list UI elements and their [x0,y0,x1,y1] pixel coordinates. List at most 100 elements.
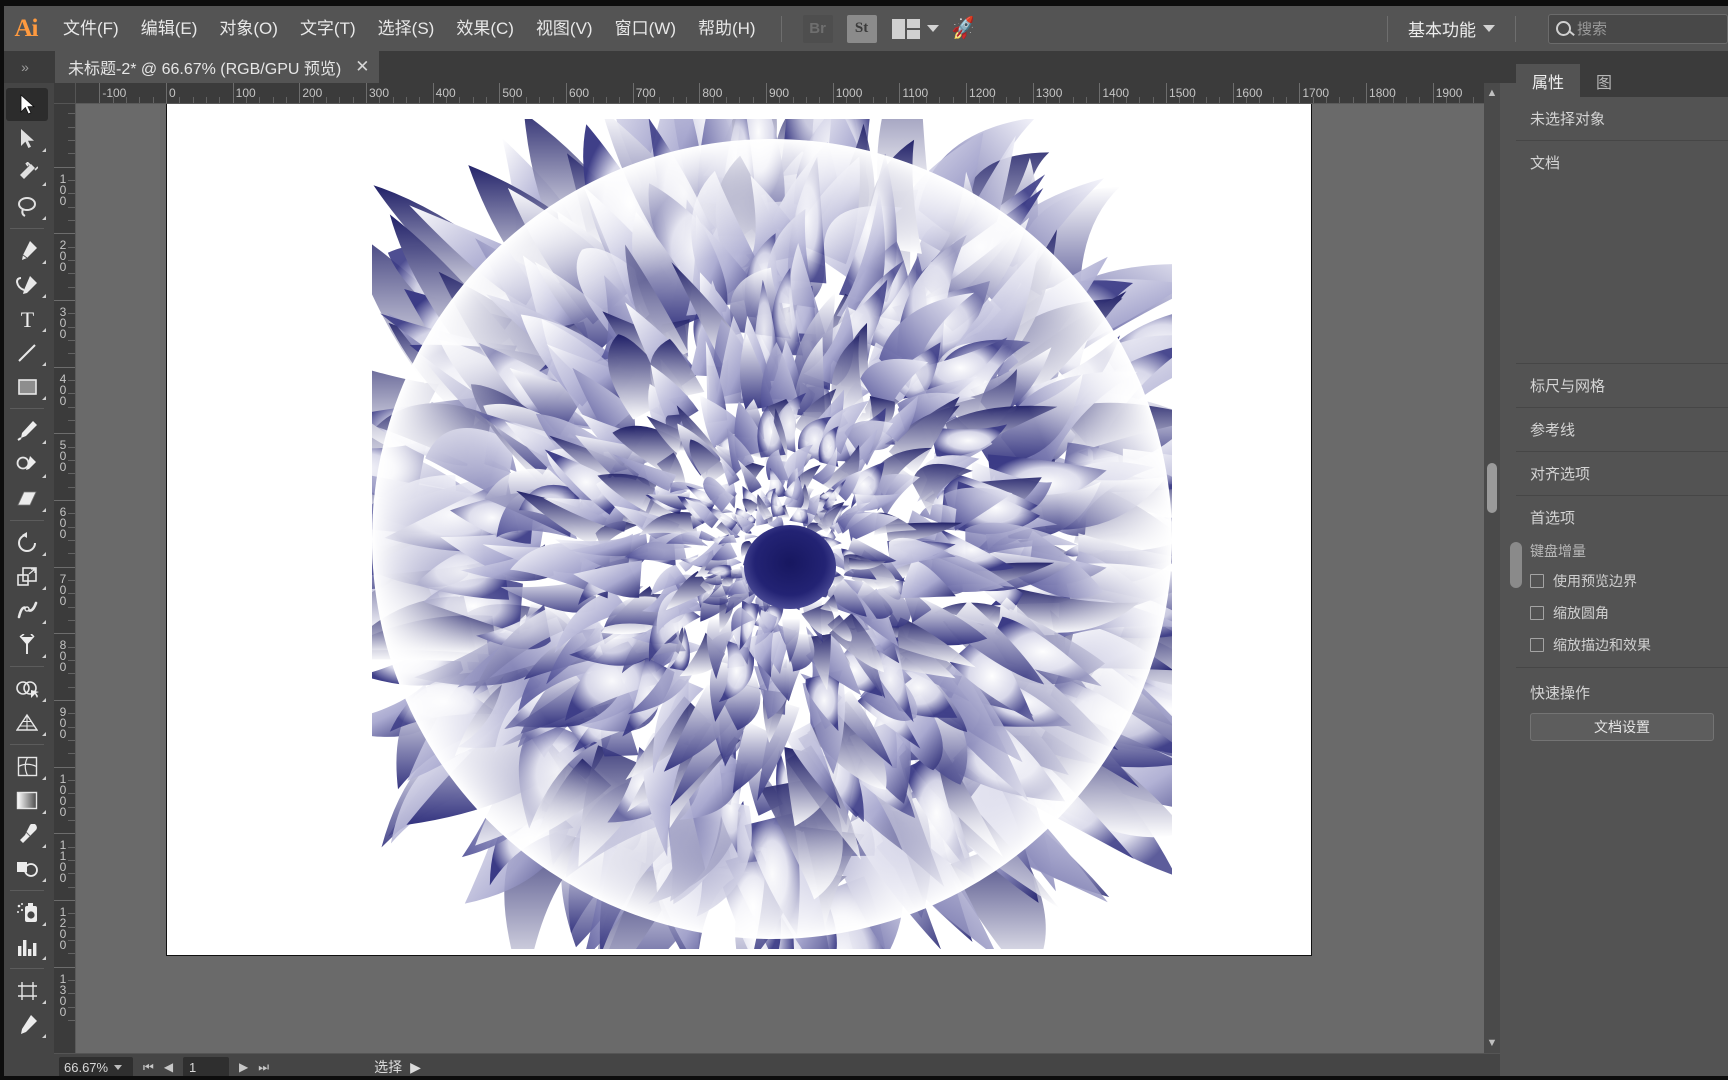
document-tab[interactable]: 未标题-2* @ 66.67% (RGB/GPU 预览) ✕ [55,51,380,83]
canvas-area[interactable] [76,104,1500,1053]
menu-view[interactable]: 视图(V) [525,6,604,51]
ruler-minor-tick [739,97,741,103]
type-tool[interactable]: T [6,302,48,335]
scale-tool[interactable] [6,560,48,593]
generative-dahlia-flower-artwork[interactable] [372,119,1172,949]
document-setup-button[interactable]: 文档设置 [1530,713,1714,741]
scrollbar-thumb[interactable] [1487,463,1497,513]
menu-help[interactable]: 帮助(H) [687,6,767,51]
menu-file[interactable]: 文件(F) [52,6,130,51]
search-input[interactable]: 搜索 [1548,13,1728,44]
prev-page-icon[interactable]: ◀ [164,1060,173,1074]
ruler-minor-tick [686,97,688,103]
chevron-down-icon[interactable] [114,1064,123,1070]
free-transform-tool[interactable] [6,628,48,661]
artboard[interactable] [166,104,1312,956]
horizontal-ruler[interactable]: -100 0 100 200 300 400 500 600 700 800 900 1000 1100… [76,83,1500,104]
ruler-label: 1700 [1302,86,1330,100]
magic-wand-tool[interactable] [6,156,48,189]
checkbox-icon[interactable] [1530,606,1544,620]
chevron-up-icon[interactable]: ▲ [1484,85,1500,101]
app-logo-icon[interactable]: Ai [0,6,52,51]
chevron-down-icon[interactable]: ▼ [1484,1035,1500,1051]
guides-section-label[interactable]: 参考线 [1516,408,1728,452]
panel-drag-strip[interactable] [1516,51,1728,64]
ruler-minor-tick [68,740,75,742]
checkbox-scale-strokes-effects[interactable]: 缩放描边和效果 [1516,629,1728,668]
first-page-icon[interactable]: ⏮ [143,1060,154,1075]
workspace-switcher[interactable]: 基本功能 [1402,16,1501,41]
document-section-label[interactable]: 文档 [1516,141,1728,364]
width-tool[interactable] [6,594,48,627]
checkbox-scale-corners[interactable]: 缩放圆角 [1516,597,1728,629]
preferences-section-label[interactable]: 首选项 [1516,496,1728,532]
pencil-tool[interactable] [6,448,48,481]
direct-selection-tool[interactable] [6,122,48,155]
menu-type[interactable]: 文字(T) [289,6,367,51]
ruler-tick [54,166,75,168]
paintbrush-tool[interactable] [6,414,48,447]
rulers-grid-section-label[interactable]: 标尺与网格 [1516,364,1728,408]
next-page-icon[interactable]: ▶ [239,1060,248,1074]
symbol-sprayer-tool[interactable] [6,896,48,929]
checkbox-use-preview-bounds[interactable]: 使用预览边界 [1516,565,1728,597]
menu-edit[interactable]: 编辑(E) [130,6,209,51]
document-tab-bar: » 未标题-2* @ 66.67% (RGB/GPU 预览) ✕ [0,51,1728,83]
double-chevron-right-icon[interactable]: » [4,55,44,79]
line-segment-tool[interactable] [6,336,48,369]
menu-select[interactable]: 选择(S) [367,6,446,51]
menu-object[interactable]: 对象(O) [208,6,289,51]
menu-effect[interactable]: 效果(C) [445,6,525,51]
eyedropper-tool[interactable] [6,818,48,851]
snap-options-section-label[interactable]: 对齐选项 [1516,452,1728,496]
artboard-tool[interactable] [6,974,48,1007]
gradient-tool[interactable] [6,784,48,817]
bridge-icon[interactable]: Br [802,14,833,43]
ruler-minor-tick [1139,97,1141,103]
zoom-level-field[interactable]: 66.67% [59,1056,133,1078]
slice-tool[interactable] [6,1008,48,1041]
svg-text:T: T [20,308,34,329]
ruler-minor-tick [125,97,127,103]
ruler-minor-tick [68,953,75,955]
vertical-ruler[interactable]: 100 200 300 400 500 600 700 800 900 1000 1100 1200 1… [54,104,76,1053]
tool-divider [10,890,44,891]
discover-rocket-icon[interactable]: 🚀 [949,14,977,42]
panel-resize-grip[interactable] [1510,542,1522,588]
checkbox-label: 缩放圆角 [1553,605,1609,621]
menu-window[interactable]: 窗口(W) [604,6,687,51]
curvature-tool[interactable] [6,268,48,301]
eraser-tool[interactable] [6,482,48,515]
ruler-minor-tick [68,460,75,462]
close-icon[interactable]: ✕ [355,57,369,77]
lasso-tool[interactable] [6,190,48,223]
stock-icon[interactable]: St [846,14,877,43]
tab-libraries[interactable]: 图 [1580,64,1628,97]
ruler-origin-corner[interactable] [54,83,76,104]
search-icon [1556,21,1571,36]
tab-properties[interactable]: 属性 [1516,64,1581,97]
ruler-minor-tick [68,806,75,808]
mesh-tool[interactable] [6,750,48,783]
rectangle-tool[interactable] [6,370,48,403]
column-graph-tool[interactable] [6,930,48,963]
status-indicator[interactable]: 选择 ▶ [374,1057,421,1077]
arrange-documents-button[interactable] [891,18,939,39]
blend-tool[interactable] [6,852,48,885]
shape-builder-tool[interactable] [6,672,48,705]
last-page-icon[interactable]: ⏭ [258,1060,269,1075]
ruler-tick [54,833,75,835]
checkbox-icon[interactable] [1530,574,1544,588]
ruler-label: 100 [235,86,256,100]
ruler-minor-tick [1006,97,1008,103]
ruler-minor-tick [392,97,394,103]
checkbox-icon[interactable] [1530,638,1544,652]
perspective-grid-tool[interactable] [6,706,48,739]
ruler-minor-tick [68,473,75,475]
canvas-vertical-scrollbar[interactable]: ▲ ▼ [1484,83,1500,1053]
chevron-right-icon[interactable]: ▶ [410,1059,421,1076]
selection-tool[interactable] [6,88,48,121]
pen-tool[interactable] [6,234,48,267]
artboard-number-field[interactable]: 1 [183,1057,230,1077]
rotate-tool[interactable] [6,526,48,559]
